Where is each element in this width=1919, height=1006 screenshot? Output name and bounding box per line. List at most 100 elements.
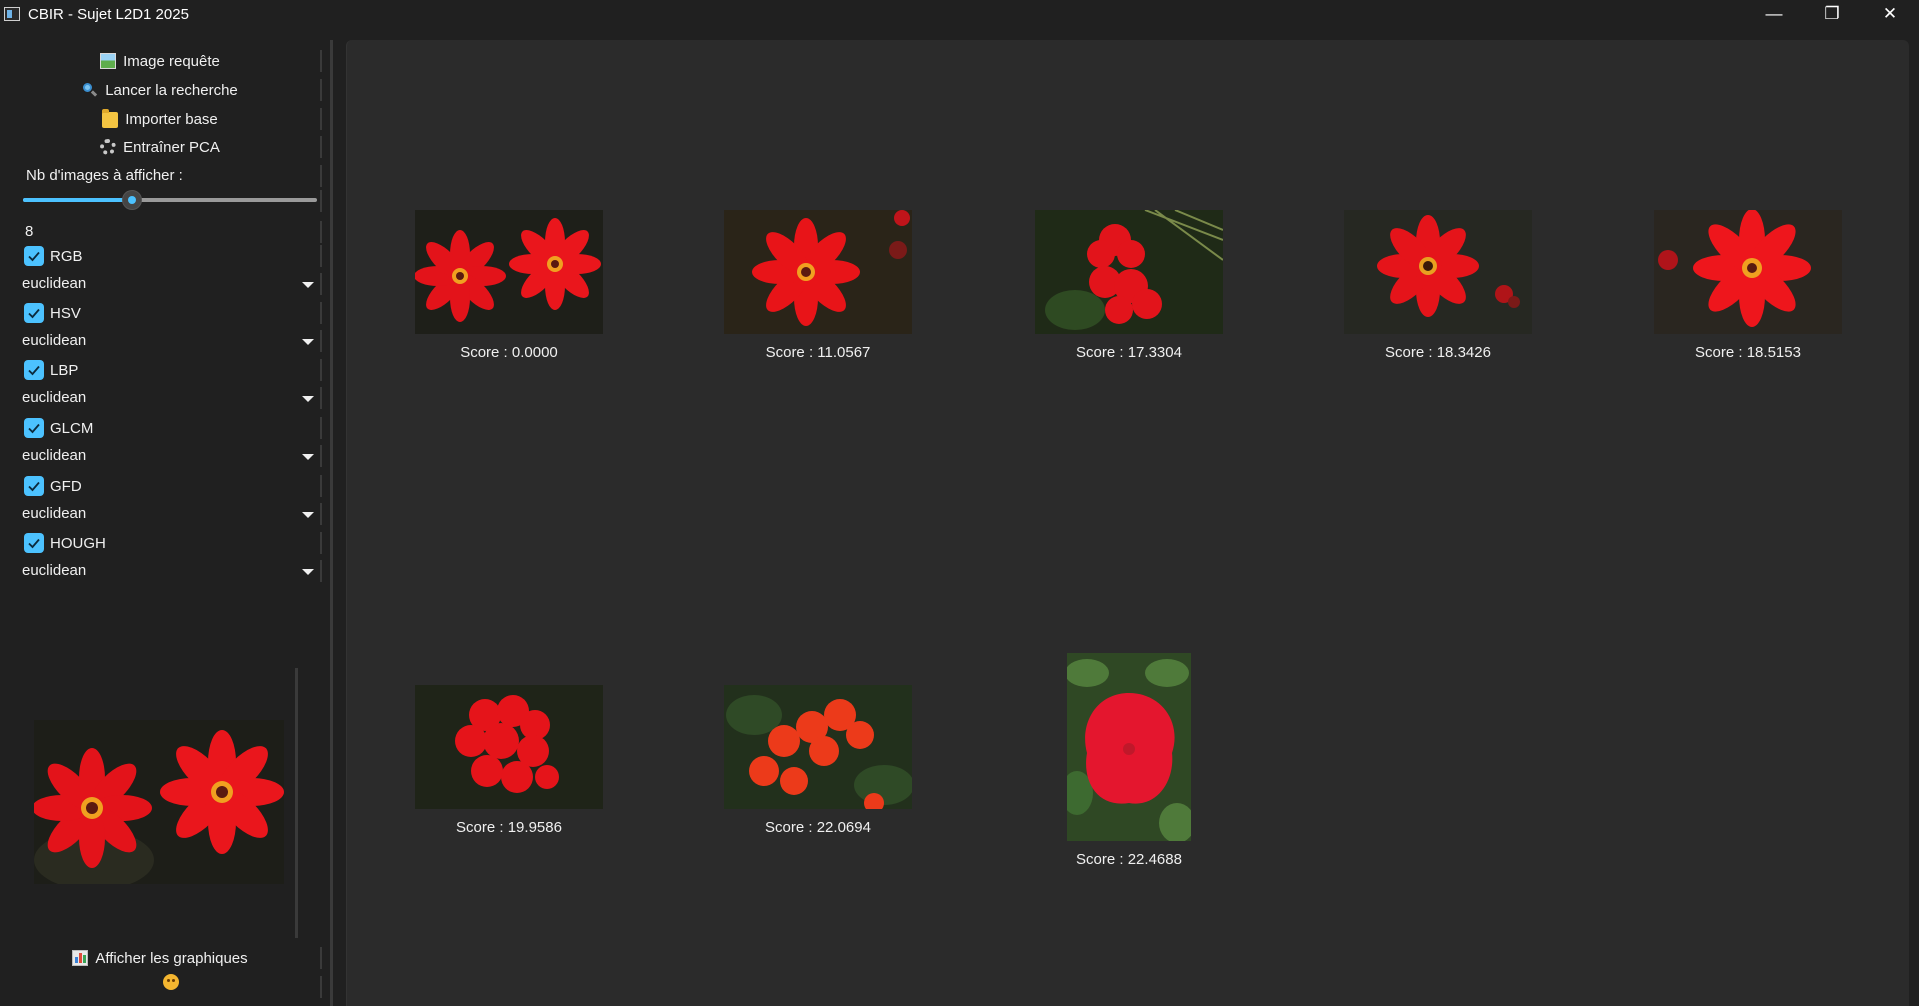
slider-handle[interactable] xyxy=(121,190,142,210)
chevron-down-icon[interactable] xyxy=(302,569,314,575)
checkbox-checked-icon xyxy=(24,418,44,438)
metric-select-lbp[interactable]: euclidean xyxy=(0,385,320,411)
checkbox-checked-icon xyxy=(24,533,44,553)
result-thumbnail[interactable] xyxy=(415,685,603,809)
nb-images-slider[interactable] xyxy=(23,190,317,210)
metric-row-gfd: euclidean xyxy=(0,501,322,527)
descriptor-label: HSV xyxy=(50,304,81,322)
checkbox-checked-icon xyxy=(24,360,44,380)
query-image-button[interactable]: Image requête xyxy=(0,48,320,74)
row-divider xyxy=(320,108,322,130)
show-charts-label: Afficher les graphiques xyxy=(95,949,248,967)
search-label: Lancer la recherche xyxy=(105,81,238,99)
maximize-button[interactable]: ❐ xyxy=(1803,0,1861,28)
search-button[interactable]: Lancer la recherche xyxy=(0,77,320,103)
result-thumbnail[interactable] xyxy=(415,210,603,334)
sidebar-row-charts: Afficher les graphiques xyxy=(0,945,322,971)
nb-images-value: 8 xyxy=(25,223,34,240)
app-icon xyxy=(4,7,20,21)
metric-value: euclidean xyxy=(22,505,87,522)
result-thumbnail[interactable] xyxy=(724,685,912,809)
checkbox-checked-icon xyxy=(24,476,44,496)
metric-row-glcm: euclidean xyxy=(0,443,322,469)
chevron-down-icon[interactable] xyxy=(302,454,314,460)
descriptor-checkbox-gfd[interactable]: GFD xyxy=(24,476,82,496)
gear-icon xyxy=(100,139,117,155)
row-divider xyxy=(320,273,322,295)
minimize-button[interactable]: — xyxy=(1745,0,1803,28)
descriptor-row-lbp: LBP xyxy=(0,357,322,383)
descriptor-row-hough: HOUGH xyxy=(0,530,322,556)
descriptor-row-rgb: RGB xyxy=(0,243,322,269)
descriptor-checkbox-rgb[interactable]: RGB xyxy=(24,246,83,266)
panel-splitter[interactable] xyxy=(330,40,333,1006)
row-divider xyxy=(320,359,322,381)
train-pca-button[interactable]: Entraîner PCA xyxy=(0,134,320,160)
descriptor-label: GFD xyxy=(50,477,82,495)
sidebar-row-emoji xyxy=(0,974,322,1000)
train-pca-label: Entraîner PCA xyxy=(123,138,220,156)
image-icon xyxy=(100,53,117,69)
descriptor-checkbox-hsv[interactable]: HSV xyxy=(24,303,81,323)
row-divider xyxy=(320,50,322,72)
metric-value: euclidean xyxy=(22,562,87,579)
sidebar-row-query: Image requête xyxy=(0,48,322,74)
checkbox-checked-icon xyxy=(24,246,44,266)
slider-fill xyxy=(23,198,132,202)
row-divider xyxy=(320,245,322,267)
title-bar: CBIR - Sujet L2D1 2025 — ❐ ✕ xyxy=(0,0,1919,28)
metric-row-lbp: euclidean xyxy=(0,385,322,411)
checkbox-checked-icon xyxy=(24,303,44,323)
row-divider xyxy=(320,387,322,409)
metric-select-hsv[interactable]: euclidean xyxy=(0,328,320,354)
window-title: CBIR - Sujet L2D1 2025 xyxy=(28,5,189,23)
metric-value: euclidean xyxy=(22,275,87,292)
smiley-icon xyxy=(163,974,179,990)
metric-select-hough[interactable]: euclidean xyxy=(0,558,320,584)
result-score: Score : 19.9586 xyxy=(456,819,562,836)
show-charts-button[interactable]: Afficher les graphiques xyxy=(0,945,320,971)
metric-select-glcm[interactable]: euclidean xyxy=(0,443,320,469)
descriptor-checkbox-glcm[interactable]: GLCM xyxy=(24,418,93,438)
search-icon xyxy=(82,82,98,98)
metric-row-hsv: euclidean xyxy=(0,328,322,354)
chevron-down-icon[interactable] xyxy=(302,512,314,518)
result-thumbnail[interactable] xyxy=(1344,210,1532,334)
result-thumbnail[interactable] xyxy=(1035,210,1223,334)
descriptor-row-gfd: GFD xyxy=(0,473,322,499)
result-score: Score : 11.0567 xyxy=(765,344,871,361)
descriptor-label: GLCM xyxy=(50,419,94,437)
close-button[interactable]: ✕ xyxy=(1861,0,1919,28)
row-divider xyxy=(320,976,322,998)
result-thumbnail[interactable] xyxy=(1654,210,1842,334)
query-image-preview xyxy=(34,720,284,884)
row-divider xyxy=(320,165,322,187)
result-score: Score : 17.3304 xyxy=(1076,344,1182,361)
descriptor-checkbox-hough[interactable]: HOUGH xyxy=(24,533,106,553)
chevron-down-icon[interactable] xyxy=(302,339,314,345)
result-thumbnail[interactable] xyxy=(724,210,912,334)
result-score: Score : 18.3426 xyxy=(1385,344,1491,361)
descriptor-row-hsv: HSV xyxy=(0,300,322,326)
sidebar-row-value: 8 xyxy=(0,219,322,245)
row-divider xyxy=(320,136,322,158)
result-thumbnail[interactable] xyxy=(1067,653,1191,841)
result-score: Score : 18.5153 xyxy=(1695,344,1801,361)
import-label: Importer base xyxy=(125,110,218,128)
metric-value: euclidean xyxy=(22,332,87,349)
row-divider xyxy=(320,221,322,243)
descriptor-label: HOUGH xyxy=(50,534,106,552)
sidebar-row-import: Importer base xyxy=(0,106,322,132)
chevron-down-icon[interactable] xyxy=(302,282,314,288)
descriptor-checkbox-lbp[interactable]: LBP xyxy=(24,360,78,380)
sidebar: Image requête Lancer la recherche Import… xyxy=(0,40,336,1006)
result-score: Score : 22.4688 xyxy=(1076,851,1182,868)
query-image-frame xyxy=(0,668,298,938)
chevron-down-icon[interactable] xyxy=(302,396,314,402)
metric-select-gfd[interactable]: euclidean xyxy=(0,501,320,527)
import-button[interactable]: Importer base xyxy=(0,106,320,132)
folder-icon xyxy=(102,109,119,128)
metric-select-rgb[interactable]: euclidean xyxy=(0,271,320,297)
row-divider xyxy=(320,475,322,497)
sidebar-row-nb-label: Nb d'images à afficher : xyxy=(0,163,322,189)
